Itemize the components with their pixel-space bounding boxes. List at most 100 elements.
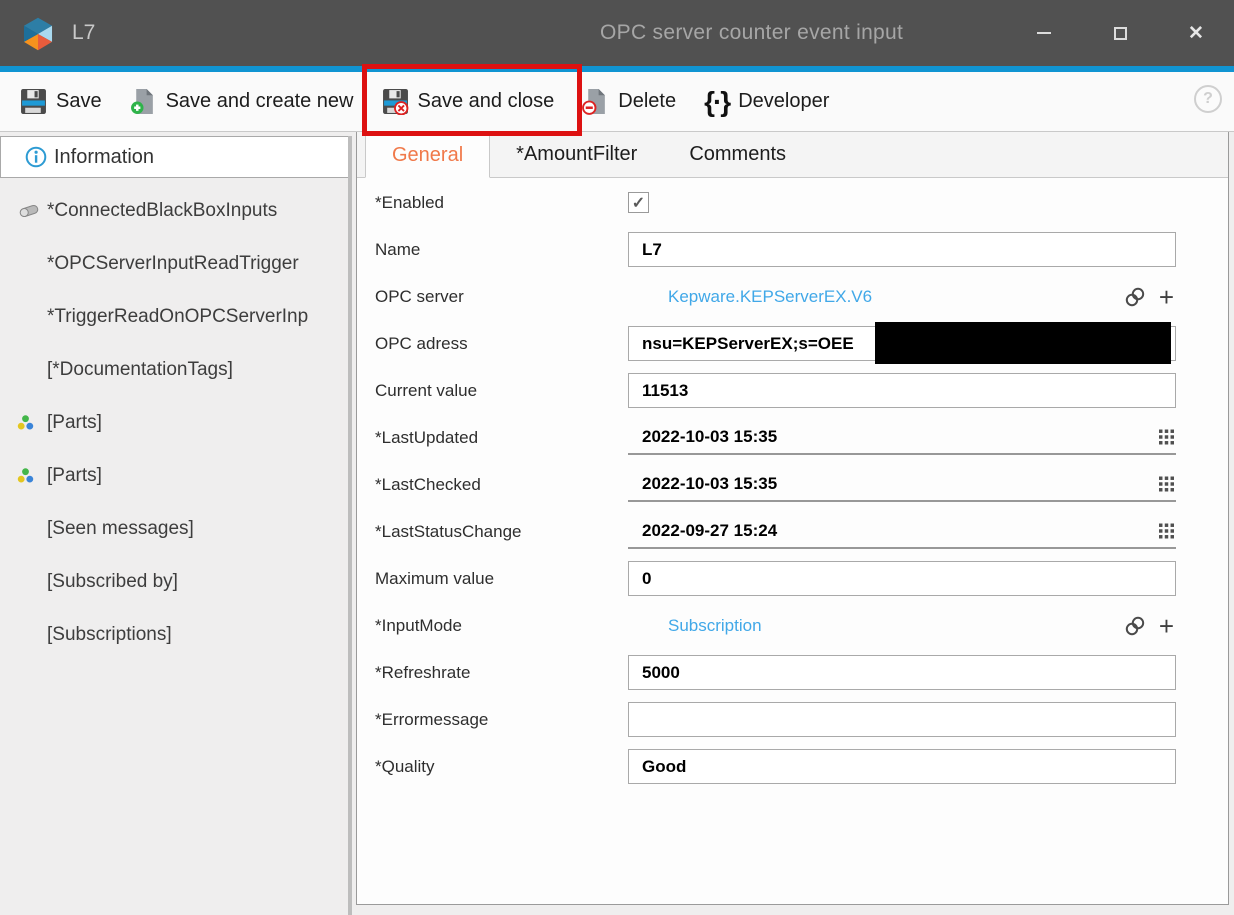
- form-row-opc-server: OPC server Kepware.KEPServerEX.V6 +: [375, 273, 1176, 320]
- sidebar-item-label: [*DocumentationTags]: [47, 359, 233, 381]
- sidebar-item-parts-1[interactable]: [Parts]: [0, 396, 348, 449]
- form-row-current-value: Current value: [375, 367, 1176, 414]
- developer-icon: {·}: [704, 88, 729, 116]
- sidebar-item-label: *TriggerReadOnOPCServerInp: [47, 306, 308, 328]
- laststatuschange-field[interactable]: 2022-09-27 15:24: [628, 514, 1176, 549]
- minimize-button[interactable]: [1006, 0, 1082, 66]
- save-and-create-new-button[interactable]: Save and create new: [116, 76, 368, 128]
- minimize-icon: [1037, 32, 1051, 34]
- opc-adress-label: OPC adress: [375, 334, 628, 354]
- form-row-enabled: *Enabled ✓: [375, 179, 1176, 226]
- link-icon[interactable]: [1123, 285, 1147, 309]
- save-create-new-icon: [130, 88, 157, 115]
- form-row-maximum-value: Maximum value: [375, 555, 1176, 602]
- info-icon: [25, 146, 47, 168]
- sidebar: Information *ConnectedBlackBoxInputs *OP…: [0, 132, 352, 915]
- save-and-close-label: Save and close: [418, 90, 555, 113]
- form-row-lastupdated: *LastUpdated 2022-10-03 15:35: [375, 414, 1176, 461]
- sidebar-item-label: [Subscriptions]: [47, 624, 172, 646]
- quality-input[interactable]: [628, 749, 1176, 784]
- lastchecked-field[interactable]: 2022-10-03 15:35: [628, 467, 1176, 502]
- developer-label: Developer: [738, 90, 829, 113]
- opc-server-label: OPC server: [375, 287, 628, 307]
- toolbar: Save Save and create new Save and close: [0, 72, 1234, 132]
- delete-button[interactable]: Delete: [568, 76, 690, 128]
- sidebar-item-seen-messages[interactable]: [Seen messages]: [0, 502, 348, 555]
- help-button[interactable]: ?: [1194, 85, 1222, 113]
- date-picker-icon[interactable]: [1159, 476, 1174, 491]
- record-title: L7: [72, 0, 95, 66]
- save-and-close-button[interactable]: Save and close: [368, 76, 569, 128]
- developer-button[interactable]: {·} Developer: [690, 76, 843, 128]
- refreshrate-label: *Refreshrate: [375, 663, 628, 683]
- sidebar-scrollbar[interactable]: [348, 136, 352, 915]
- enabled-checkbox[interactable]: ✓: [628, 192, 649, 213]
- name-label: Name: [375, 240, 628, 260]
- sidebar-header-label: Information: [54, 146, 154, 169]
- lastupdated-field[interactable]: 2022-10-03 15:35: [628, 420, 1176, 455]
- sidebar-header-information[interactable]: Information: [0, 136, 352, 178]
- laststatuschange-label: *LastStatusChange: [375, 522, 628, 542]
- link-icon[interactable]: [1123, 614, 1147, 638]
- close-icon: ✕: [1188, 24, 1204, 43]
- lastupdated-label: *LastUpdated: [375, 428, 628, 448]
- lastupdated-value: 2022-10-03 15:35: [642, 427, 777, 447]
- laststatuschange-value: 2022-09-27 15:24: [642, 521, 777, 541]
- enabled-label: *Enabled: [375, 193, 628, 213]
- form-row-opc-adress: OPC adress: [375, 320, 1176, 367]
- form-row-errormessage: *Errormessage: [375, 696, 1176, 743]
- sidebar-item-triggerreadonopcserverinp[interactable]: *TriggerReadOnOPCServerInp: [0, 290, 348, 343]
- errormessage-input[interactable]: [628, 702, 1176, 737]
- checkmark-icon: ✓: [632, 193, 645, 213]
- add-icon[interactable]: +: [1159, 284, 1174, 310]
- form-row-refreshrate: *Refreshrate: [375, 649, 1176, 696]
- save-button[interactable]: Save: [6, 76, 116, 128]
- sidebar-item-subscribed-by[interactable]: [Subscribed by]: [0, 555, 348, 608]
- tab-label: *AmountFilter: [516, 143, 637, 166]
- app-logo-icon: [20, 15, 56, 53]
- save-icon: [20, 88, 47, 115]
- maximize-button[interactable]: [1082, 0, 1158, 66]
- sidebar-item-label: *ConnectedBlackBoxInputs: [47, 200, 277, 222]
- date-picker-icon[interactable]: [1159, 523, 1174, 538]
- tab-general[interactable]: General: [365, 132, 490, 178]
- sidebar-item-label: [Parts]: [47, 412, 102, 434]
- tab-amountfilter[interactable]: *AmountFilter: [490, 132, 663, 177]
- add-icon[interactable]: +: [1159, 613, 1174, 639]
- sidebar-item-list: *ConnectedBlackBoxInputs *OPCServerInput…: [0, 184, 348, 661]
- parts-icon: [17, 467, 34, 484]
- window-title: OPC server counter event input: [600, 0, 903, 66]
- sidebar-item-label: *OPCServerInputReadTrigger: [47, 253, 299, 275]
- main-panel: General *AmountFilter Comments *Enabled …: [356, 132, 1229, 905]
- sidebar-item-label: [Seen messages]: [47, 518, 194, 540]
- window-controls: ✕: [1006, 0, 1234, 66]
- refreshrate-input[interactable]: [628, 655, 1176, 690]
- tab-label: General: [392, 144, 463, 167]
- sidebar-item-parts-2[interactable]: [Parts]: [0, 449, 348, 502]
- connector-icon: [17, 203, 41, 219]
- name-input[interactable]: [628, 232, 1176, 267]
- quality-label: *Quality: [375, 757, 628, 777]
- sidebar-item-documentationtags[interactable]: [*DocumentationTags]: [0, 343, 348, 396]
- maximum-value-input[interactable]: [628, 561, 1176, 596]
- form-row-inputmode: *InputMode Subscription +: [375, 602, 1176, 649]
- redaction-overlay: [875, 322, 1171, 364]
- date-picker-icon[interactable]: [1159, 429, 1174, 444]
- close-button[interactable]: ✕: [1158, 0, 1234, 66]
- titlebar: L7 OPC server counter event input ✕: [0, 0, 1234, 66]
- sidebar-item-subscriptions[interactable]: [Subscriptions]: [0, 608, 348, 661]
- tab-label: Comments: [689, 143, 786, 166]
- parts-icon: [17, 414, 34, 431]
- current-value-label: Current value: [375, 381, 628, 401]
- form-row-lastchecked: *LastChecked 2022-10-03 15:35: [375, 461, 1176, 508]
- sidebar-item-connectedblackboxinputs[interactable]: *ConnectedBlackBoxInputs: [0, 184, 348, 237]
- inputmode-link[interactable]: Subscription: [668, 616, 762, 636]
- lastchecked-value: 2022-10-03 15:35: [642, 474, 777, 494]
- tab-comments[interactable]: Comments: [663, 132, 812, 177]
- opc-server-link[interactable]: Kepware.KEPServerEX.V6: [668, 287, 872, 307]
- errormessage-label: *Errormessage: [375, 710, 628, 730]
- current-value-input[interactable]: [628, 373, 1176, 408]
- sidebar-item-opcserverinputreadtrigger[interactable]: *OPCServerInputReadTrigger: [0, 237, 348, 290]
- maximum-value-label: Maximum value: [375, 569, 628, 589]
- question-mark-icon: ?: [1203, 90, 1213, 108]
